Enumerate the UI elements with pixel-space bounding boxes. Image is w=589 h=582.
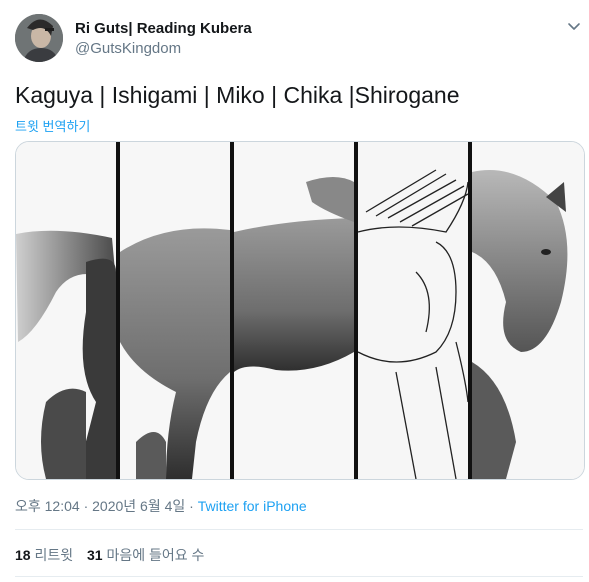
- likes-stat[interactable]: 31 마음에 들어요 수: [87, 547, 204, 563]
- author-name[interactable]: Ri Guts| Reading Kubera: [75, 20, 252, 37]
- tweet-stats: 18 리트윗 31 마음에 들어요 수: [15, 545, 214, 565]
- divider: [15, 576, 583, 577]
- tweet-date[interactable]: 2020년 6월 4일: [92, 498, 185, 514]
- avatar-image: [15, 14, 63, 62]
- likes-label: 마음에 들어요 수: [106, 547, 205, 563]
- tweet-text: Kaguya | Ishigami | Miko | Chika |Shirog…: [15, 82, 460, 108]
- author-handle[interactable]: @GutsKingdom: [75, 40, 181, 57]
- chevron-down-icon[interactable]: [566, 20, 582, 34]
- tweet-timestamp: 오후 12:04 · 2020년 6월 4일 · Twitter for iPh…: [15, 496, 307, 516]
- divider: [15, 529, 583, 530]
- tweet-card: Ri Guts| Reading Kubera @GutsKingdom Kag…: [0, 0, 589, 582]
- tweet-source-link[interactable]: Twitter for iPhone: [198, 498, 307, 514]
- tweet-time[interactable]: 오후 12:04: [15, 498, 80, 514]
- retweets-count: 18: [15, 547, 31, 563]
- tweet-media-image[interactable]: [15, 141, 585, 480]
- translate-tweet-link[interactable]: 트윗 번역하기: [15, 116, 90, 135]
- retweets-stat[interactable]: 18 리트윗: [15, 547, 73, 563]
- horse-drawing-image: [16, 142, 584, 479]
- meta-separator: ·: [185, 498, 198, 514]
- retweets-label: 리트윗: [34, 547, 74, 563]
- likes-count: 31: [87, 547, 103, 563]
- meta-separator: ·: [79, 498, 93, 514]
- avatar[interactable]: [15, 14, 63, 62]
